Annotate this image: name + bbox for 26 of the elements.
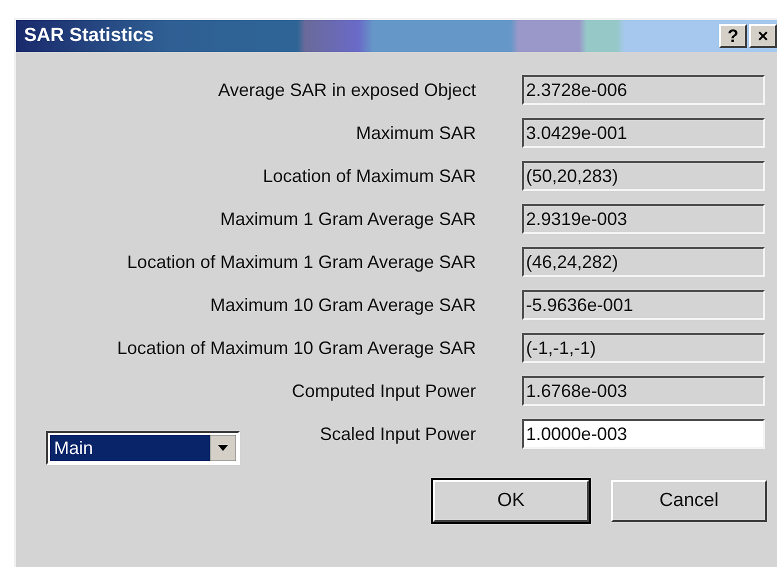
dialog-button[interactable]: OK	[433, 480, 589, 522]
value-field[interactable]: 3.0429e-001	[522, 118, 765, 148]
field-label: Maximum 1 Gram Average SAR	[220, 208, 476, 230]
field-label: Location of Maximum 1 Gram Average SAR	[127, 251, 476, 273]
field-label: Maximum SAR	[356, 122, 476, 144]
dropdown-arrow-icon[interactable]	[210, 435, 236, 461]
help-button[interactable]: ?	[719, 24, 747, 48]
dropdown[interactable]: Main	[46, 431, 240, 465]
field-label: Scaled Input Power	[320, 423, 476, 445]
value-field[interactable]: 1.6768e-003	[522, 376, 765, 406]
value-field[interactable]: 1.0000e-003	[522, 419, 765, 449]
value-field[interactable]: 2.3728e-006	[522, 75, 765, 105]
value-field[interactable]: (46,24,282)	[522, 247, 765, 277]
field-label: Computed Input Power	[292, 380, 476, 402]
field-label: Location of Maximum 10 Gram Average SAR	[117, 337, 476, 359]
field-label: Location of Maximum SAR	[262, 165, 476, 187]
value-field[interactable]: 2.9319e-003	[522, 204, 765, 234]
dropdown-value: Main	[50, 435, 210, 461]
value-field[interactable]: (50,20,283)	[522, 161, 765, 191]
dialog-button[interactable]: Cancel	[611, 480, 767, 522]
value-field[interactable]: (-1,-1,-1)	[522, 333, 765, 363]
field-label: Maximum 10 Gram Average SAR	[210, 294, 476, 316]
close-button[interactable]: ×	[749, 24, 777, 48]
window-title: SAR Statistics	[24, 24, 154, 48]
value-field[interactable]: -5.9636e-001	[522, 290, 765, 320]
field-label: Average SAR in exposed Object	[218, 79, 476, 101]
